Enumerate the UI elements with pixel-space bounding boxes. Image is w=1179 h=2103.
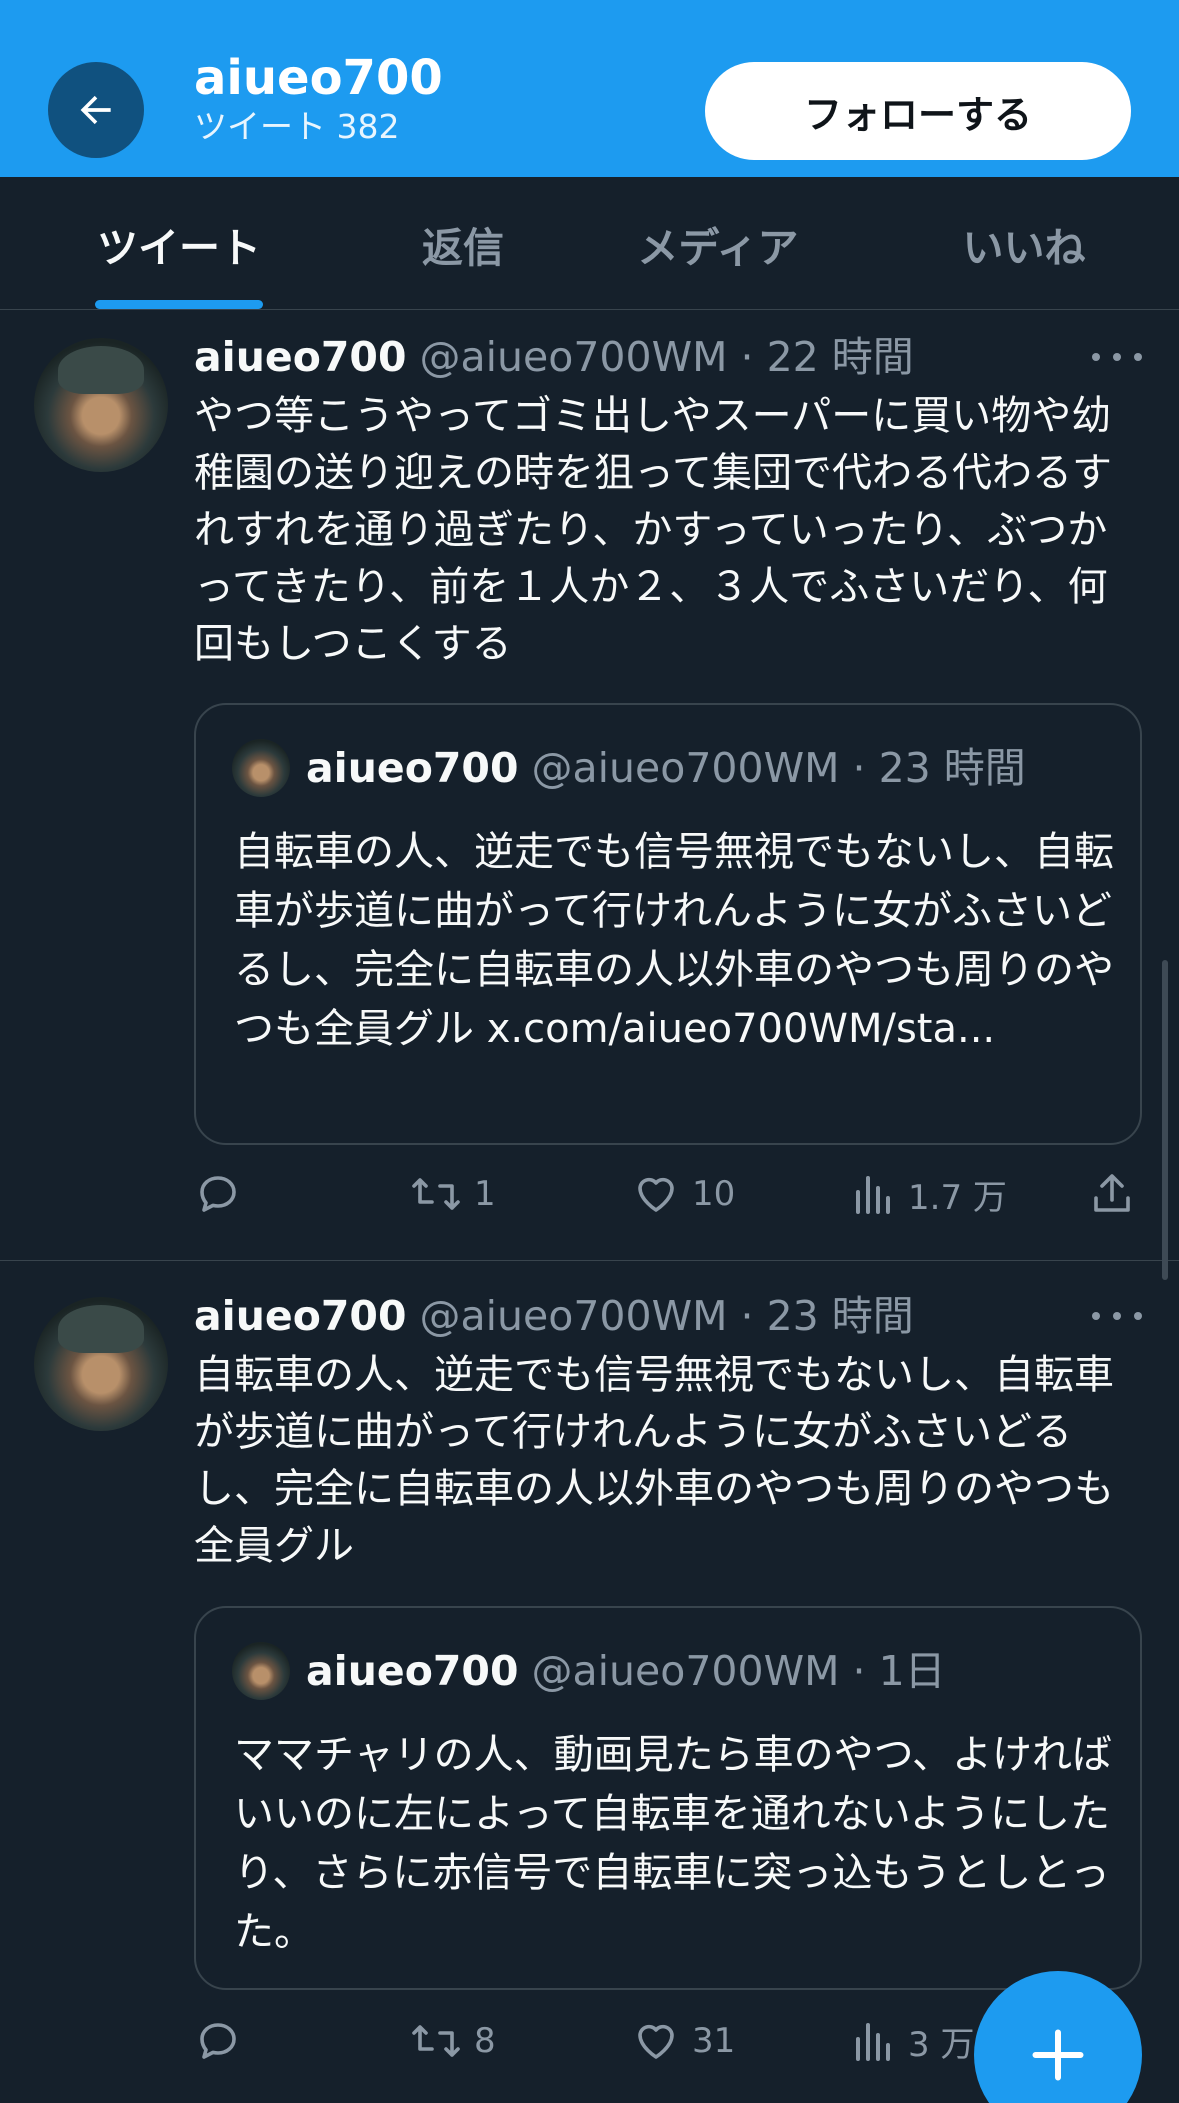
- more-options-icon[interactable]: [1092, 342, 1142, 372]
- reply-button[interactable]: [194, 1164, 254, 1224]
- retweet-button[interactable]: 8: [410, 2011, 496, 2071]
- analytics-icon: [856, 2023, 890, 2061]
- profile-tabs: ツイート 返信 メディア いいね: [0, 177, 1179, 310]
- reply-icon: [200, 1176, 236, 1212]
- like-count: 31: [692, 2021, 736, 2061]
- follow-button[interactable]: フォローする: [705, 62, 1131, 160]
- retweet-icon: [412, 1178, 460, 1210]
- tweet-text: やつ等こうやってゴミ出しやスーパーに買い物や幼稚園の送り迎えの時を狙って集団で代…: [194, 393, 1112, 667]
- avatar[interactable]: [34, 1297, 168, 1431]
- plus-icon: [1032, 2029, 1084, 2081]
- views-button[interactable]: 1.7 万: [852, 1164, 1007, 1224]
- view-count: 1.7 万: [908, 1177, 1007, 1218]
- tweet[interactable]: aiueo700 @aiueo700WM · 22 時間 やつ等こうやってゴミ出…: [0, 310, 1179, 1260]
- reply-button[interactable]: [194, 2011, 254, 2071]
- tab-likes[interactable]: いいね: [950, 177, 1098, 310]
- tab-replies[interactable]: 返信: [400, 177, 526, 310]
- avatar[interactable]: [34, 338, 168, 472]
- quoted-author-name: aiueo700: [306, 744, 519, 792]
- tweet-text: 自転車の人、逆走でも信号無視でもないし、自転車が歩道に曲がって行けれんように女が…: [194, 1352, 1114, 1569]
- tweet-handle-time: @aiueo700WM · 22 時間: [419, 333, 914, 381]
- heart-icon: [638, 2024, 674, 2059]
- scrollbar[interactable]: [1162, 960, 1168, 1280]
- like-button[interactable]: 10: [632, 1164, 735, 1224]
- reply-icon: [200, 2023, 236, 2059]
- tab-tweets[interactable]: ツイート: [90, 177, 268, 310]
- quoted-handle-time: @aiueo700WM · 23 時間: [531, 744, 1026, 792]
- like-count: 10: [692, 1174, 736, 1214]
- retweet-button[interactable]: 1: [410, 1164, 496, 1224]
- quoted-tweet[interactable]: aiueo700 @aiueo700WM · 1日 ママチャリの人、動画見たら車…: [194, 1606, 1142, 1990]
- share-button[interactable]: [1088, 1164, 1136, 1224]
- tweet-actions: 1 10 1.7 万: [0, 1164, 1179, 1224]
- heart-icon: [638, 1177, 674, 1212]
- tweet-header: aiueo700 @aiueo700WM · 22 時間: [194, 332, 914, 382]
- quoted-tweet-text: 自転車の人、逆走でも信号無視でもないし、自転車が歩道に曲がって行けれんように女が…: [234, 829, 1114, 1052]
- quoted-author-name: aiueo700: [306, 1647, 519, 1695]
- avatar: [232, 1642, 290, 1700]
- retweet-count: 1: [474, 1174, 496, 1214]
- tweet-author-name[interactable]: aiueo700: [194, 333, 406, 381]
- arrow-left-icon: [80, 95, 111, 125]
- back-button[interactable]: [48, 62, 144, 158]
- profile-header: aiueo700 ツイート 382 フォローする: [0, 0, 1179, 177]
- view-count: 3 万: [908, 2024, 975, 2065]
- quoted-tweet-header: aiueo700 @aiueo700WM · 23 時間: [306, 743, 1026, 793]
- share-icon: [1094, 1174, 1130, 1212]
- quoted-handle-time: @aiueo700WM · 1日: [531, 1647, 946, 1695]
- quoted-tweet[interactable]: aiueo700 @aiueo700WM · 23 時間 自転車の人、逆走でも信…: [194, 703, 1142, 1145]
- tweet-author-name[interactable]: aiueo700: [194, 1292, 406, 1340]
- tweet[interactable]: aiueo700 @aiueo700WM · 23 時間 自転車の人、逆走でも信…: [0, 1261, 1179, 2103]
- quoted-tweet-header: aiueo700 @aiueo700WM · 1日: [306, 1646, 946, 1696]
- more-options-icon[interactable]: [1092, 1301, 1142, 1331]
- like-button[interactable]: 31: [632, 2011, 735, 2071]
- tweet-header: aiueo700 @aiueo700WM · 23 時間: [194, 1291, 914, 1341]
- retweet-count: 8: [474, 2021, 496, 2061]
- retweet-icon: [412, 2025, 460, 2057]
- analytics-icon: [856, 1176, 890, 1214]
- views-button[interactable]: 3 万: [852, 2011, 974, 2071]
- avatar: [232, 739, 290, 797]
- tweet-handle-time: @aiueo700WM · 23 時間: [419, 1292, 914, 1340]
- tab-media[interactable]: メディア: [620, 177, 816, 310]
- active-tab-indicator: [95, 300, 263, 309]
- tweet-count: ツイート 382: [194, 107, 400, 146]
- quoted-tweet-text: ママチャリの人、動画見たら車のやつ、よければいいのに左によって自転車を通れないよ…: [234, 1732, 1112, 1955]
- profile-name: aiueo700: [194, 50, 443, 106]
